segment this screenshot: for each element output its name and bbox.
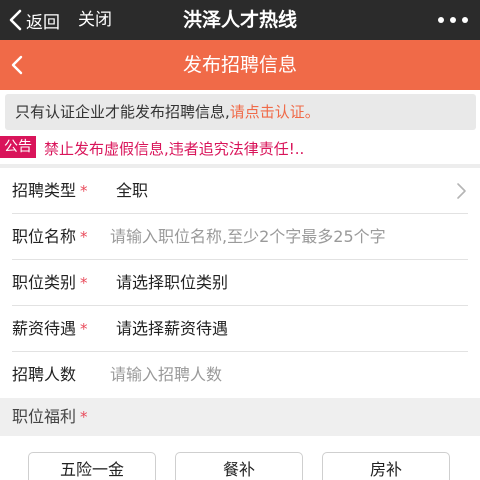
chevron-left-icon — [9, 9, 22, 31]
headcount-input[interactable]: 请输入招聘人数 — [110, 352, 222, 398]
chevron-left-icon — [11, 55, 23, 75]
required-mark: * — [80, 182, 88, 200]
recruit-type-row[interactable]: 招聘类型 * 全职 — [0, 168, 480, 214]
section-header: 发布招聘信息 — [0, 40, 480, 90]
certify-link[interactable]: 请点击认证。 — [230, 103, 320, 121]
announcement-bar: 公告 禁止发布虚假信息,违者追究法律责任!.. — [0, 134, 480, 164]
notice-text: 只有认证企业才能发布招聘信息, — [15, 103, 230, 121]
headcount-row: 招聘人数 请输入招聘人数 — [0, 352, 480, 398]
job-category-select[interactable]: 请选择职位类别 — [116, 260, 228, 306]
header-back-button[interactable] — [6, 52, 32, 78]
benefit-options: 五险一金 餐补 房补 — [0, 436, 480, 480]
chevron-right-icon — [457, 183, 466, 199]
page-title: 洪泽人才热线 — [182, 9, 297, 31]
recruit-type-label: 招聘类型 * — [12, 181, 88, 200]
salary-label: 薪资待遇 * — [12, 319, 88, 338]
more-dot-icon — [438, 17, 444, 23]
notice-box: 只有认证企业才能发布招聘信息,请点击认证。 — [5, 94, 476, 130]
welfare-section-header: 职位福利 * — [0, 398, 480, 436]
benefit-option-meal[interactable]: 餐补 — [175, 452, 303, 480]
header-title: 发布招聘信息 — [182, 54, 297, 76]
job-category-label: 职位类别 * — [12, 273, 88, 292]
required-mark: * — [80, 320, 88, 338]
announcement-text: 禁止发布虚假信息,违者追究法律责任!.. — [44, 140, 305, 158]
close-button[interactable]: 关闭 — [78, 5, 112, 35]
browser-top-bar: 返回 关闭 洪泽人才热线 — [0, 0, 480, 40]
required-mark: * — [80, 408, 88, 426]
benefit-option-social-insurance[interactable]: 五险一金 — [28, 452, 156, 480]
announcement-badge: 公告 — [0, 136, 36, 158]
welfare-label: 职位福利 * — [12, 407, 88, 426]
recruit-type-value: 全职 — [116, 181, 149, 200]
more-dot-icon — [450, 17, 456, 23]
benefit-option-housing[interactable]: 房补 — [322, 452, 450, 480]
more-menu-button[interactable] — [438, 12, 468, 28]
certification-notice: 只有认证企业才能发布招聘信息,请点击认证。 — [0, 90, 480, 134]
required-mark: * — [80, 228, 88, 246]
back-label: 返回 — [26, 12, 60, 33]
job-name-label: 职位名称 * — [12, 227, 88, 246]
salary-row[interactable]: 薪资待遇 * 请选择薪资待遇 — [0, 306, 480, 352]
back-button[interactable]: 返回 — [8, 5, 60, 35]
job-category-row[interactable]: 职位类别 * 请选择职位类别 — [0, 260, 480, 306]
salary-select[interactable]: 请选择薪资待遇 — [116, 306, 228, 352]
job-name-input[interactable]: 请输入职位名称,至少2个字最多25个字 — [110, 214, 386, 260]
headcount-label: 招聘人数 — [12, 365, 77, 384]
more-dot-icon — [462, 17, 468, 23]
required-mark: * — [80, 274, 88, 292]
job-name-row: 职位名称 * 请输入职位名称,至少2个字最多25个字 — [0, 214, 480, 260]
